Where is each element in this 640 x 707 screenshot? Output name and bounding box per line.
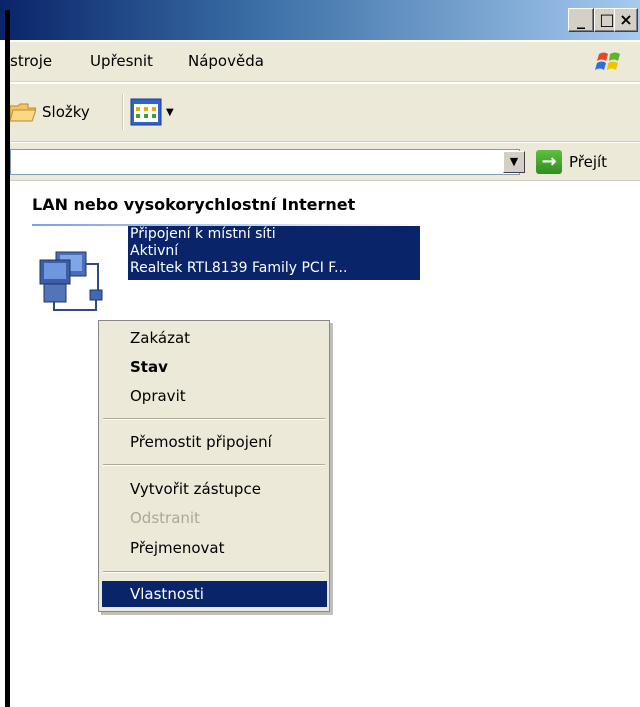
address-dropdown-button[interactable]: ▼ [503, 151, 525, 173]
toolbar-separator [122, 94, 124, 130]
menu-item-disable[interactable]: Zakázat [102, 325, 327, 351]
connection-label[interactable]: Připojení k místní síti Aktivní Realtek … [128, 226, 420, 280]
menu-item-bridge[interactable]: Přemostit připojení [102, 429, 327, 455]
connection-name: Připojení k místní síti [130, 226, 276, 242]
menu-item-repair[interactable]: Opravit [102, 383, 327, 409]
minimize-button[interactable]: _ [568, 8, 594, 32]
menu-item-properties[interactable]: Vlastnosti [102, 581, 327, 607]
folders-button[interactable]: Složky [10, 97, 90, 127]
menu-tools[interactable]: stroje [10, 52, 52, 70]
address-bar: ▼ → Přejít [10, 143, 640, 181]
menu-separator [103, 571, 325, 573]
menu-item-create-shortcut[interactable]: Vytvořit zástupce [102, 476, 327, 502]
context-menu: Zakázat Stav Opravit Přemostit připojení… [98, 320, 330, 612]
menu-item-rename[interactable]: Přejmenovat [102, 535, 327, 561]
group-heading: LAN nebo vysokorychlostní Internet [32, 195, 356, 214]
windows-logo-icon [585, 48, 633, 76]
folder-icon [10, 103, 36, 122]
go-arrow-icon[interactable]: → [536, 150, 562, 174]
menu-advanced[interactable]: Upřesnit [90, 52, 153, 70]
connection-device: Realtek RTL8139 Family PCI F... [130, 260, 348, 276]
close-button[interactable]: × [614, 8, 638, 32]
go-button-label[interactable]: Přejít [569, 153, 607, 171]
folders-label: Složky [42, 103, 90, 121]
explorer-window: _ □ × stroje Upřesnit Nápověda Složky ▼ … [0, 0, 640, 707]
menu-separator [103, 418, 325, 420]
title-bar[interactable]: _ □ × [0, 0, 640, 40]
views-dropdown-icon[interactable]: ▼ [166, 107, 174, 118]
address-input[interactable] [10, 149, 520, 175]
network-connection-icon[interactable] [38, 246, 108, 318]
menu-separator [103, 464, 325, 466]
menu-item-status[interactable]: Stav [102, 354, 327, 380]
menu-bar: stroje Upřesnit Nápověda [10, 42, 640, 82]
menu-help[interactable]: Nápověda [188, 52, 264, 70]
views-button[interactable]: ▼ [130, 96, 174, 128]
menu-item-delete: Odstranit [130, 509, 200, 527]
toolbar: Složky ▼ [10, 84, 640, 142]
views-icon [130, 98, 162, 126]
connection-status: Aktivní [130, 243, 179, 259]
